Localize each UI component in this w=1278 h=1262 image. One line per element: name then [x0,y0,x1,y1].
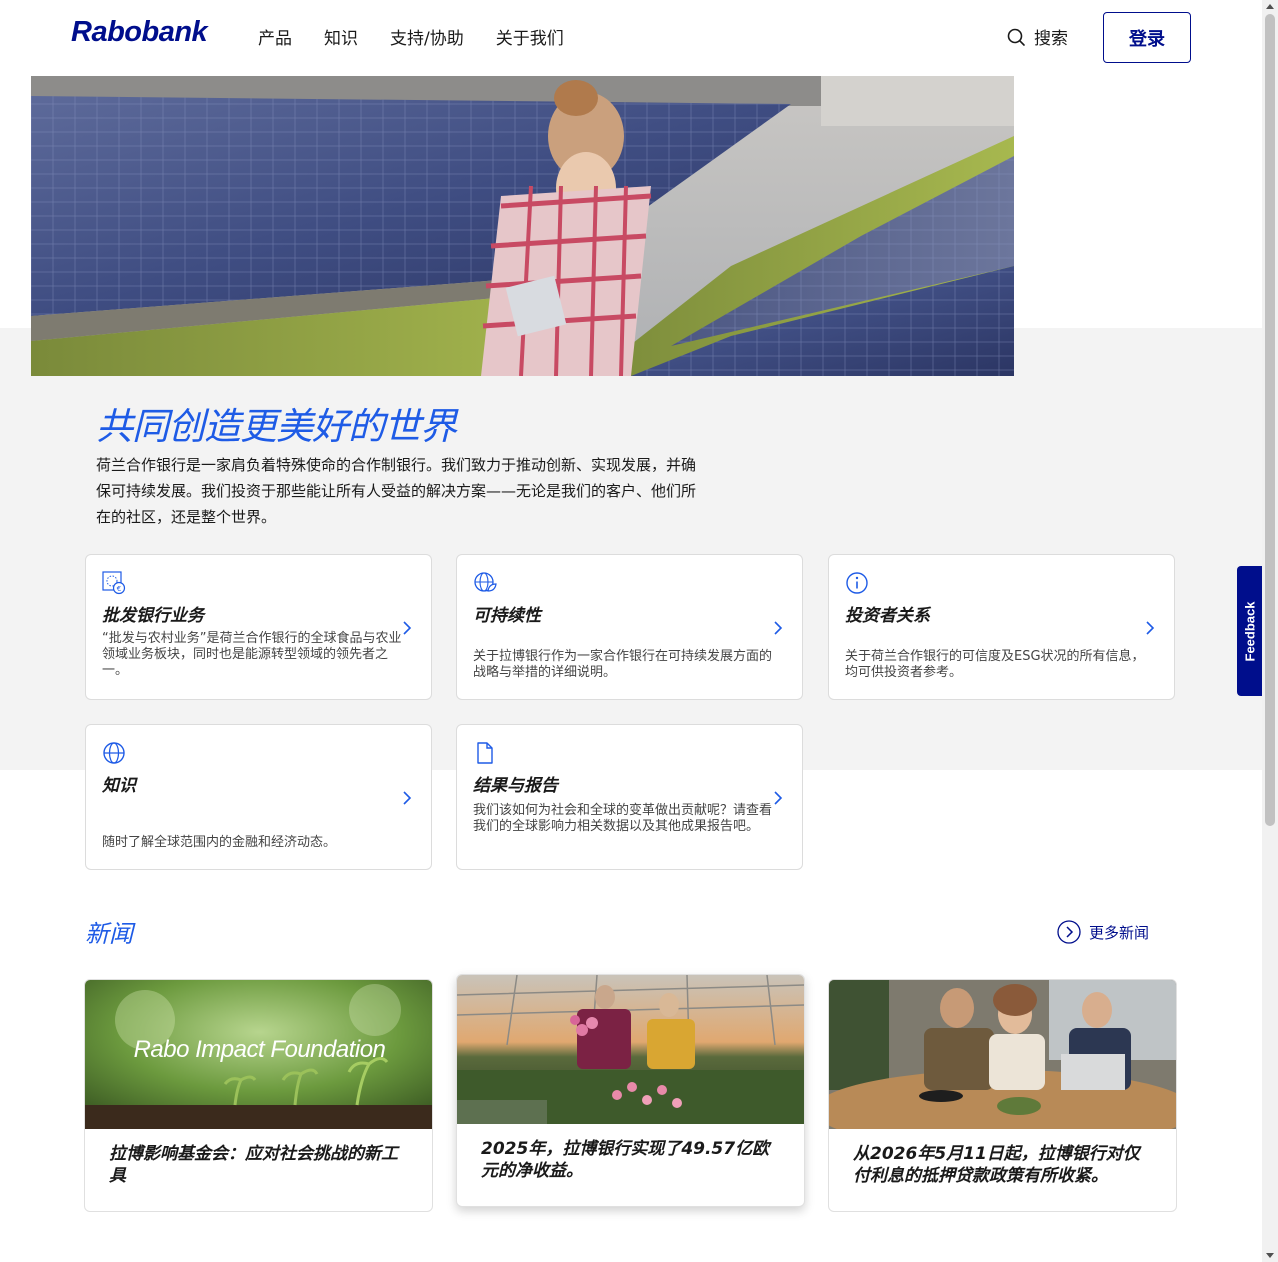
card-title: 知识 [102,776,136,796]
news-card[interactable]: 2025年，拉博银行实现了49.57亿欧元的净收益。 [456,974,805,1207]
globe-icon [103,742,125,764]
scroll-up-arrow-icon[interactable] [1266,4,1274,9]
card-title: 可持续性 [473,606,541,626]
chevron-right-icon [1146,621,1155,635]
chevron-right-icon [774,621,783,635]
info-icon [846,572,868,594]
scroll-down-arrow-icon[interactable] [1266,1253,1274,1258]
news-image-greenhouse [457,975,804,1124]
content-background [0,328,1262,770]
news-headline: 从2026年5月11日起，拉博银行对仅付利息的抵押贷款政策有所收紧。 [853,1144,1140,1186]
leaf-globe-icon [474,572,497,592]
card-results-reports[interactable]: 结果与报告 我们该如何为社会和全球的变革做出贡献呢？请查看我们的全球影响力相关数… [456,724,803,870]
document-icon [477,742,493,764]
search-icon [1007,28,1025,46]
card-description: 我们该如何为社会和全球的变革做出贡献呢？请查看我们的全球影响力相关数据以及其他成… [473,803,773,834]
card-title: 批发银行业务 [102,606,204,626]
chevron-right-icon [403,791,412,805]
card-description: 随时了解全球范围内的金融和经济动态。 [102,835,337,850]
search-button[interactable]: 搜索 [1006,24,1068,49]
card-sustainability[interactable]: 可持续性 关于拉博银行作为一家合作银行在可持续发展方面的战略与举措的详细说明。 [456,554,803,700]
nav-item-support[interactable]: 支持/协助 [390,24,464,49]
chevron-circle-right-icon [1057,920,1081,944]
card-description: “批发与农村业务”是荷兰合作银行的全球食品与农业领域业务板块，同时也是能源转型领… [102,631,402,678]
nav-item-products[interactable]: 产品 [258,24,292,49]
news-image-caption: Rabo Impact Foundation [133,1036,386,1063]
news-image-seedlings: Rabo Impact Foundation [85,980,432,1129]
hero-image [31,76,1014,376]
chevron-right-icon [774,791,783,805]
scrollbar-thumb[interactable] [1265,14,1275,826]
news-section-title: 新闻 [85,920,133,948]
card-investor-relations[interactable]: 投资者关系 关于荷兰合作银行的可信度及ESG状况的所有信息，均可供投资者参考。 [828,554,1175,700]
card-description: 关于荷兰合作银行的可信度及ESG状况的所有信息，均可供投资者参考。 [845,649,1145,680]
site-header: Rabobank 产品 知识 支持/协助 关于我们 搜索 登录 [0,0,1262,76]
nav-item-knowledge[interactable]: 知识 [324,24,358,49]
euro-globe-icon: € [102,571,126,595]
feedback-label: Feedback [1242,601,1258,661]
hero-description: 荷兰合作银行是一家肩负着特殊使命的合作制银行。我们致力于推动创新、实现发展，并确… [96,456,697,526]
search-label: 搜索 [1034,29,1068,49]
main-nav: 产品 知识 支持/协助 关于我们 [258,24,564,49]
login-button[interactable]: 登录 [1103,12,1191,63]
feedback-tab[interactable]: Feedback [1237,566,1262,696]
card-title: 结果与报告 [473,776,558,796]
news-headline: 拉博影响基金会：应对社会挑战的新工具 [109,1144,398,1186]
card-knowledge[interactable]: 知识 随时了解全球范围内的金融和经济动态。 [85,724,432,870]
card-description: 关于拉博银行作为一家合作银行在可持续发展方面的战略与举措的详细说明。 [473,649,773,680]
more-news-label: 更多新闻 [1089,923,1150,942]
news-card[interactable]: 从2026年5月11日起，拉博银行对仅付利息的抵押贷款政策有所收紧。 [828,979,1177,1212]
card-title: 投资者关系 [845,606,930,626]
nav-item-about[interactable]: 关于我们 [496,24,564,49]
news-image-meeting [829,980,1176,1129]
news-headline: 2025年，拉博银行实现了49.57亿欧元的净收益。 [481,1139,770,1181]
page-scrollbar[interactable] [1262,0,1278,1262]
hero-title: 共同创造更美好的世界 [96,405,457,448]
more-news-link[interactable]: 更多新闻 [1057,920,1149,944]
card-wholesale-banking[interactable]: € 批发银行业务 “批发与农村业务”是荷兰合作银行的全球食品与农业领域业务板块，… [85,554,432,700]
news-card[interactable]: Rabo Impact Foundation 拉博影响基金会：应对社会挑战的新工… [84,979,433,1212]
rabobank-logo[interactable]: Rabobank [71,16,208,49]
chevron-right-icon [403,621,412,635]
svg-text:€: € [117,585,121,593]
